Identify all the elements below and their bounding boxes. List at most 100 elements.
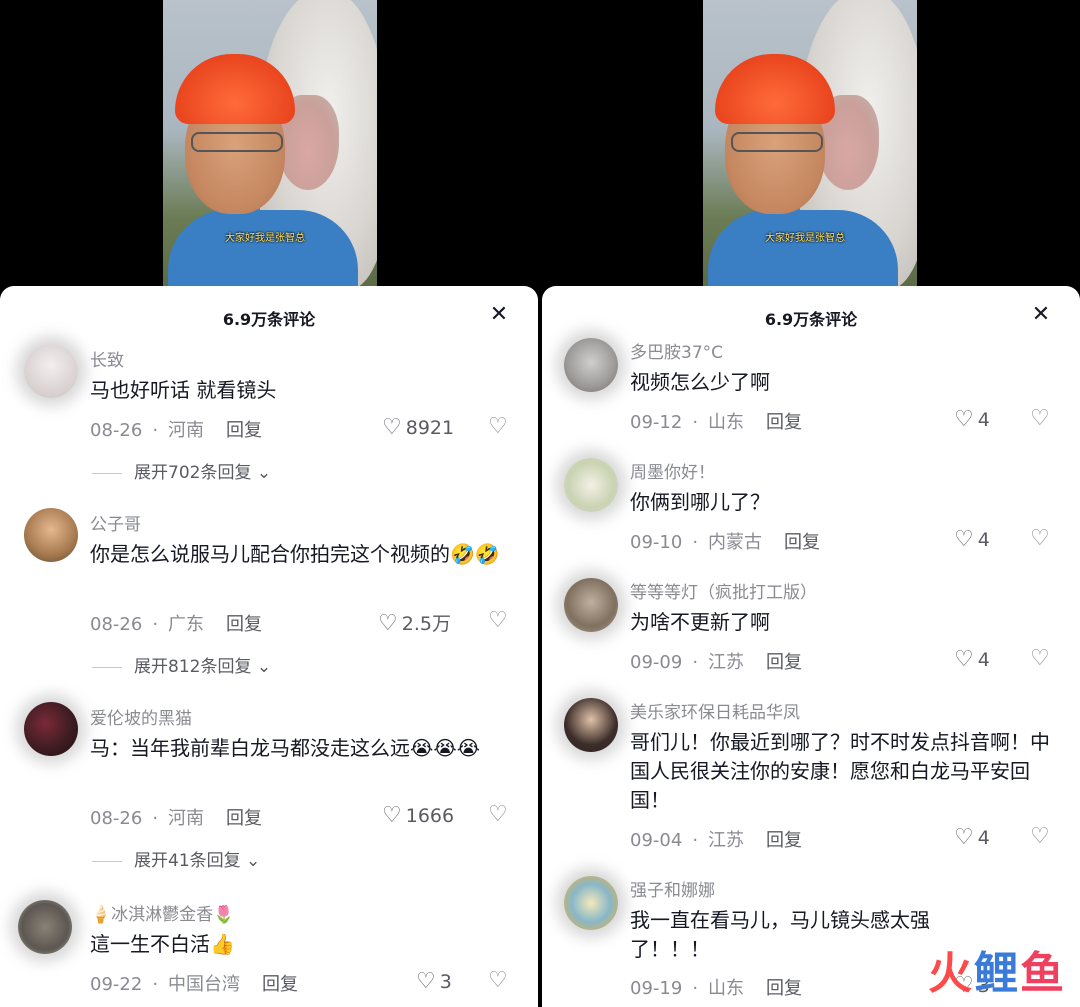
like-button[interactable]: ♡ 1666 [382,803,454,828]
like-button[interactable]: ♡ 4 [954,527,990,552]
heart-icon: ♡ [382,415,402,440]
comment-date: 09-12 [630,412,683,433]
comment-region: 山东 [708,978,745,999]
avatar[interactable] [24,344,78,398]
person-shirt [708,210,898,290]
reply-button[interactable]: 回复 [766,826,802,852]
comment-count-title: 6.9万条评论 [764,310,858,329]
comment-region: 江苏 [708,652,745,673]
glasses [731,132,823,152]
comment-text: 马也好听话 就看镜头 [90,378,277,402]
like-count: 8921 [405,417,455,439]
comment-username[interactable]: 爱伦坡的黑猫 [90,704,192,729]
comment-meta: 08-26 · 广东 回复 [90,610,262,636]
comment-region: 中国台湾 [168,974,241,995]
video-player[interactable]: 大家好我是张智总 [163,0,377,290]
reply-button[interactable]: 回复 [766,974,802,1000]
like-button[interactable]: ♡ 2.5万 [378,609,451,636]
comment-date: 09-10 [630,532,683,553]
expand-replies-button[interactable]: 展开702条回复 ⌄ [92,458,271,483]
comment-text: 你是怎么说服马儿配合你拍完这个视频的🤣🤣 [90,542,500,566]
reply-button[interactable]: 回复 [262,970,298,996]
like-button[interactable]: ♡ 4 [954,407,990,432]
expand-replies-label: 展开812条回复 [134,657,252,677]
heart-icon: ♡ [954,825,974,850]
broken-heart-icon[interactable]: ♡ [1030,824,1050,849]
avatar[interactable] [564,698,618,752]
heart-icon: ♡ [382,803,402,828]
broken-heart-icon[interactable]: ♡ [1030,646,1050,671]
comment-username[interactable]: 公子哥 [90,510,141,535]
reply-button[interactable]: 回复 [766,408,802,434]
like-count: 1666 [405,805,455,827]
avatar[interactable] [564,338,618,392]
chevron-down-icon: ⌄ [256,463,272,483]
comment-region: 山东 [708,412,745,433]
video-subtitle: 大家好我是张智总 [765,233,845,244]
comment-text: 這一生不白活👍 [90,932,235,956]
comment-sheet: 6.9万条评论 ✕ 多巴胺37°C 视频怎么少了啊 09-12 · 山东 回复 ♡ 4 … [542,286,1080,1007]
avatar[interactable] [24,702,78,756]
heart-icon: ♡ [416,969,436,994]
avatar[interactable] [18,900,72,954]
heart-icon: ♡ [954,407,974,432]
glasses [191,132,283,152]
video-subtitle: 大家好我是张智总 [225,233,305,244]
reply-button[interactable]: 回复 [766,648,802,674]
broken-heart-icon[interactable]: ♡ [1030,406,1050,431]
comment-region: 内蒙古 [708,532,763,553]
watermark-part3: 鱼 [1020,948,1066,999]
broken-heart-icon[interactable]: ♡ [488,414,508,439]
expand-replies-button[interactable]: 展开41条回复 ⌄ [92,846,260,871]
comment-region: 河南 [168,808,205,829]
comment-date: 09-09 [630,652,683,673]
close-icon[interactable]: ✕ [1028,302,1054,328]
avatar[interactable] [564,876,618,930]
like-button[interactable]: ♡ 8921 [382,415,454,440]
comment-username[interactable]: 多巴胺37°C [630,338,723,363]
like-count: 4 [977,649,990,671]
comment-meta: 09-22 · 中国台湾 回复 [90,970,298,996]
comment-username[interactable]: 周墨你好！ [630,458,715,483]
reply-button[interactable]: 回复 [226,804,262,830]
broken-heart-icon[interactable]: ♡ [488,802,508,827]
reply-button[interactable]: 回复 [226,416,262,442]
watermark-part1: 火 [928,948,974,999]
reply-button[interactable]: 回复 [784,528,820,554]
comment-username[interactable]: 美乐家环保日耗品华凤 [630,698,800,723]
close-icon[interactable]: ✕ [486,302,512,328]
comment-text: 视频怎么少了啊 [630,370,770,394]
broken-heart-icon[interactable]: ♡ [1030,526,1050,551]
avatar[interactable] [564,458,618,512]
like-button[interactable]: ♡ 3 [416,969,452,994]
comment-region: 河南 [168,420,205,441]
comment-count-title: 6.9万条评论 [222,310,316,329]
comment-text: 哥们儿！你最近到哪了？时不时发点抖音啊！中国人民很关注你的安康！愿您和白龙马平安… [630,730,1050,812]
avatar[interactable] [564,578,618,632]
like-count: 4 [977,409,990,431]
watermark-logo: 火鲤鱼 [928,937,1066,1001]
comment-username[interactable]: 长致 [90,346,124,371]
video-player[interactable]: 大家好我是张智总 [703,0,917,290]
broken-heart-icon[interactable]: ♡ [488,968,508,993]
chevron-down-icon: ⌄ [256,657,272,677]
like-button[interactable]: ♡ 4 [954,647,990,672]
comment-meta: 09-04 · 江苏 回复 [630,826,802,852]
broken-heart-icon[interactable]: ♡ [488,608,508,633]
divider-line [92,860,122,862]
expand-replies-button[interactable]: 展开812条回复 ⌄ [92,652,271,677]
like-count: 2.5万 [401,613,451,635]
comment-username[interactable]: 等等等灯（疯批打工版） [630,578,817,603]
watermark-part2: 鲤 [974,948,1020,999]
comment-meta: 09-19 · 山东 回复 [630,974,802,1000]
avatar[interactable] [24,508,78,562]
reply-button[interactable]: 回复 [226,610,262,636]
left-screenshot: 大家好我是张智总 6.9万条评论 ✕ 长致 马也好听话 就看镜头 08-26 · 河… [0,0,538,1007]
comment-region: 江苏 [708,830,745,851]
comment-username[interactable]: 🍦冰淇淋鬱金香🌷 [90,900,234,925]
comment-username[interactable]: 强子和娜娜 [630,876,715,901]
comment-date: 09-04 [630,830,683,851]
like-button[interactable]: ♡ 4 [954,825,990,850]
comment-date: 09-19 [630,978,683,999]
comment-meta: 08-26 · 河南 回复 [90,416,262,442]
